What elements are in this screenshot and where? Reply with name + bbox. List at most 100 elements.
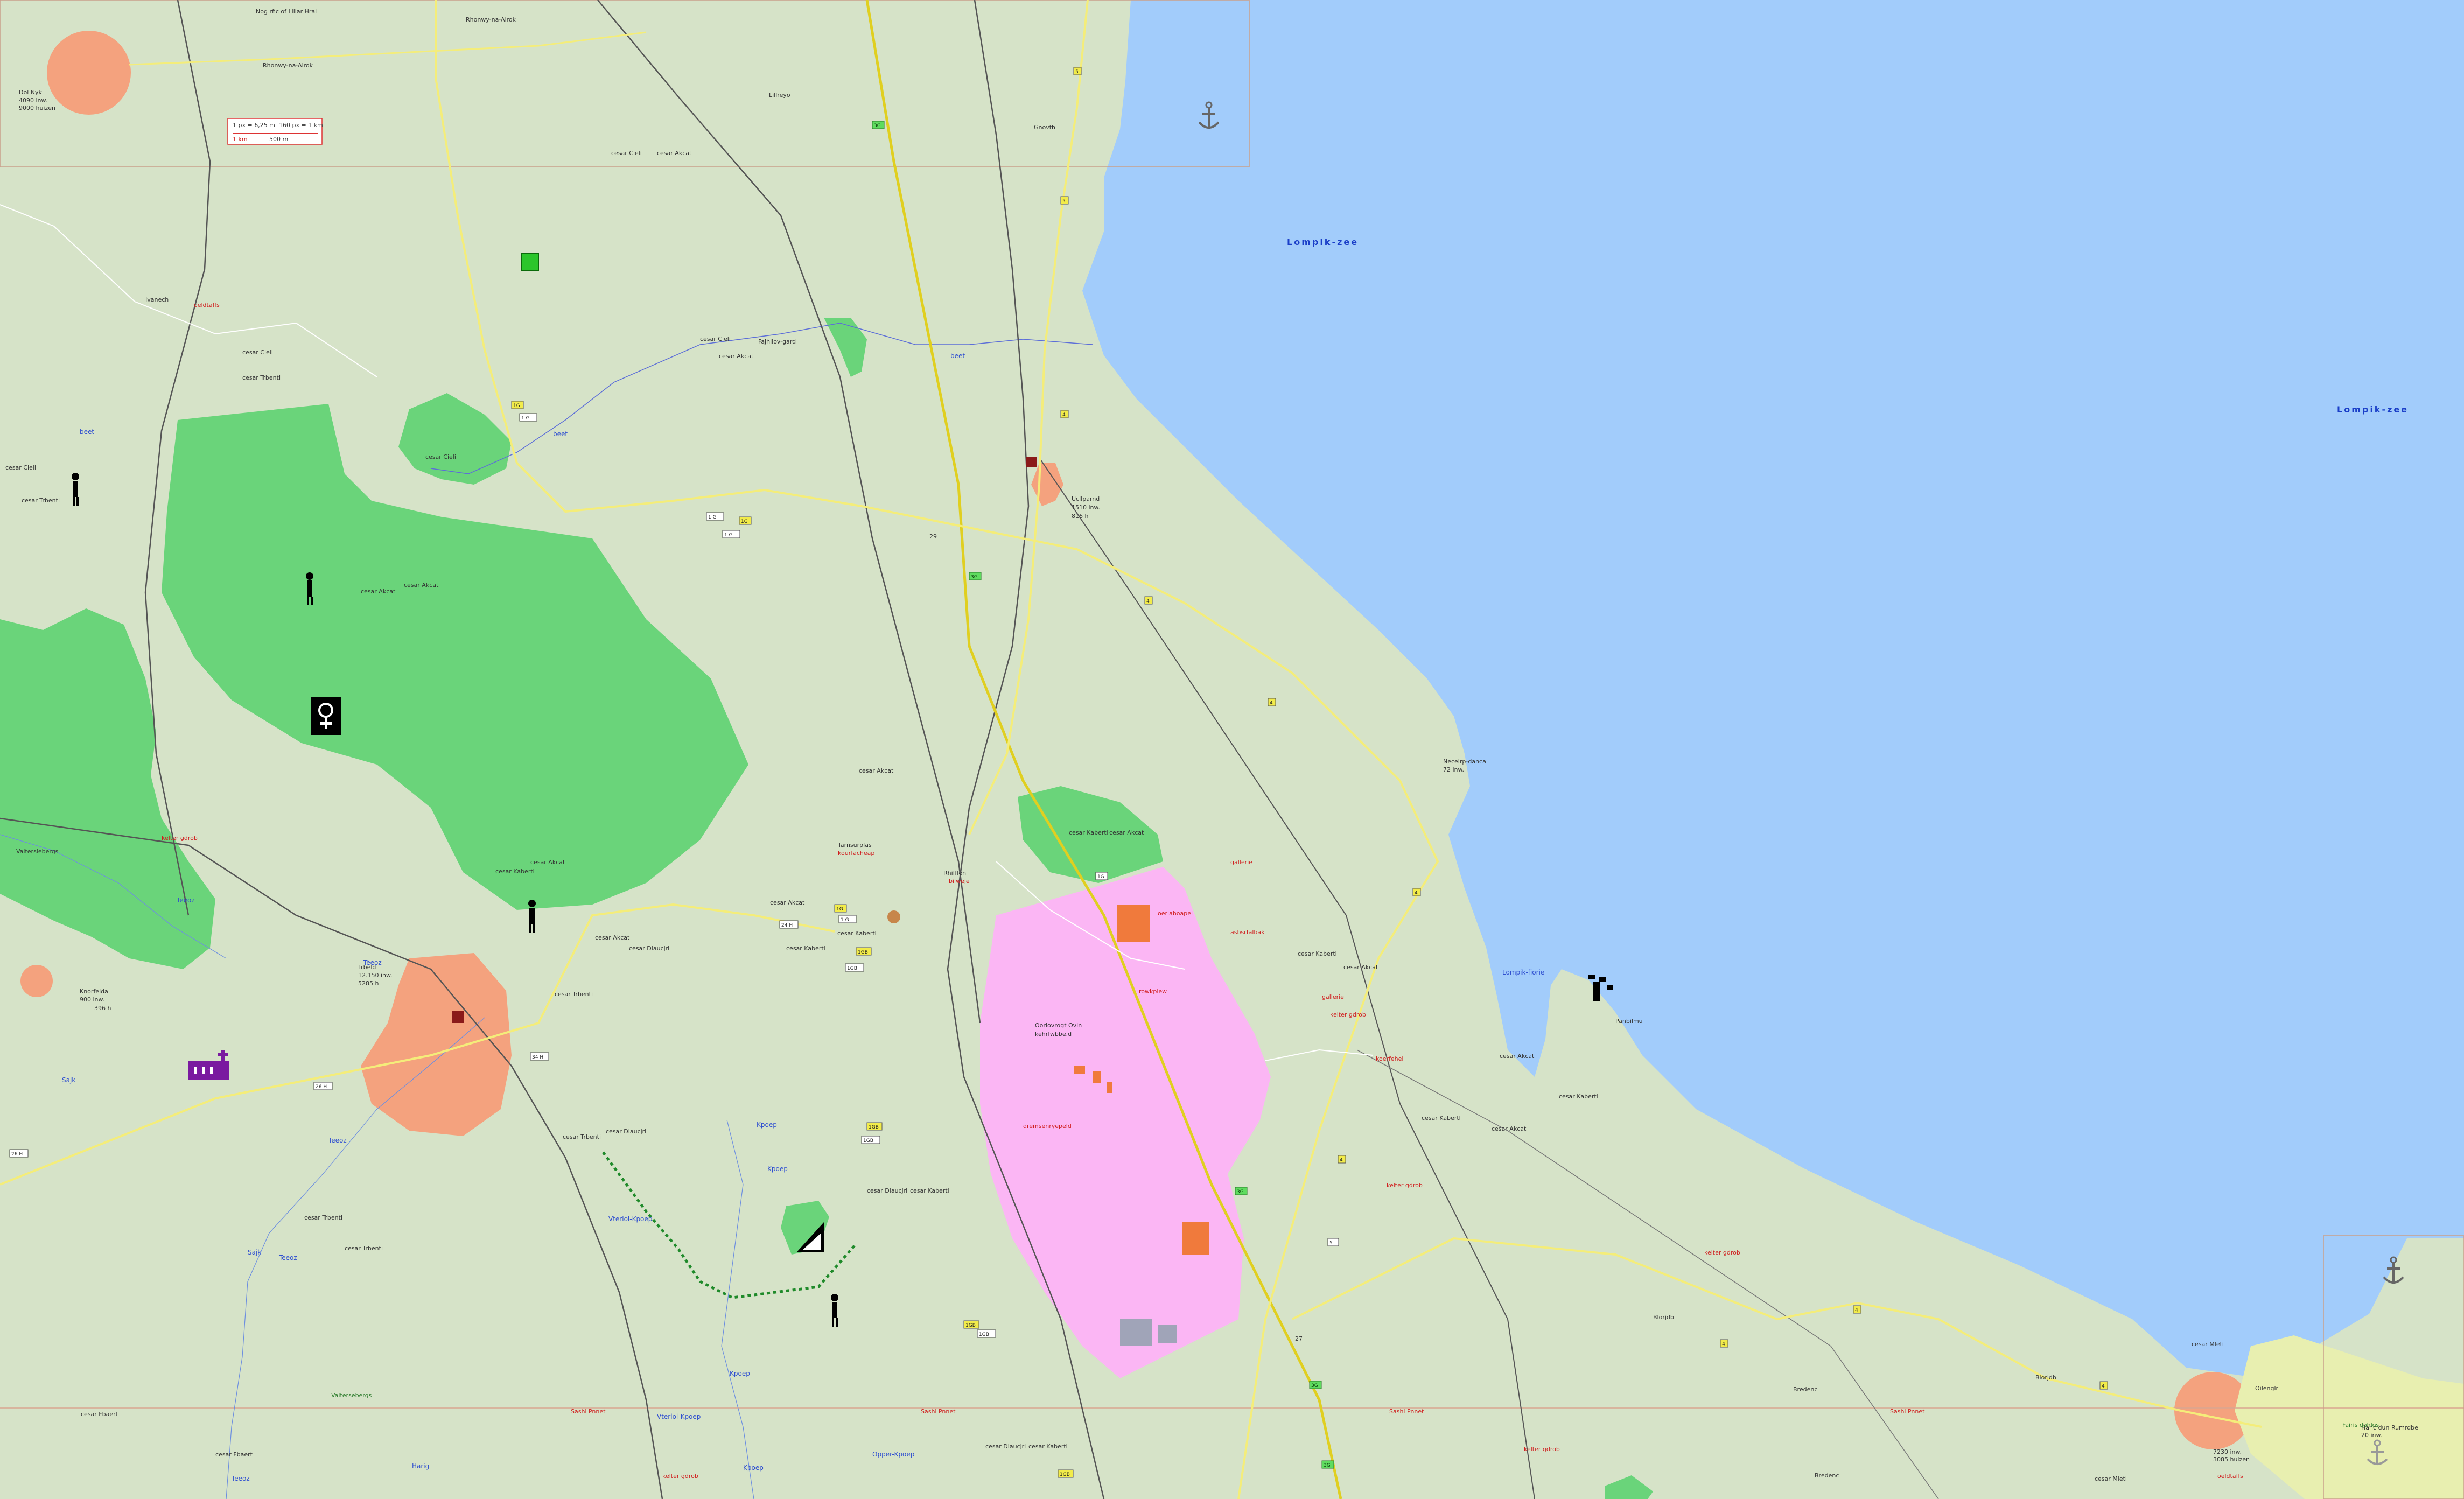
- red-label: dremsenryepeld: [1023, 1123, 1072, 1130]
- route-badge-green: 3G: [1321, 1460, 1334, 1469]
- red-label: Sashl Pnnet: [1389, 1408, 1424, 1415]
- town-detail-southeast: 7230 inw.: [2213, 1448, 2242, 1455]
- scale-text-3: 1 km: [233, 136, 248, 143]
- route-badge-white: 1GB: [977, 1329, 996, 1338]
- village-label-west: Knorfelda: [80, 988, 108, 995]
- road-label: cesar Dlaucjrl: [867, 1187, 907, 1194]
- place-label: Fajhilov-gard: [758, 338, 796, 345]
- town-label-central: Ucllparnd: [1072, 495, 1100, 502]
- river-label: beet: [950, 352, 965, 360]
- road-label: cesar Kabertl: [786, 945, 825, 952]
- village-area-west: [20, 965, 53, 997]
- map-canvas[interactable]: 1 px = 6,25 m 160 px = 1 km 1 km 500 m L…: [0, 0, 2464, 1499]
- road-label: cesar Akcat: [770, 899, 805, 906]
- bay-label: Lompik-fiorie: [1502, 969, 1544, 976]
- svg-text:4: 4: [1146, 599, 1150, 604]
- small-building: [1107, 1082, 1112, 1093]
- warehouse-building: [1120, 1319, 1152, 1346]
- svg-text:5: 5: [1062, 199, 1066, 204]
- female-symbol-icon[interactable]: [311, 697, 341, 735]
- station-icon[interactable]: [452, 1011, 464, 1023]
- road-label: cesar Dlaucjrl: [606, 1128, 646, 1135]
- route-badge: 1G: [739, 516, 752, 525]
- road-label: cesar Kabertl: [1422, 1115, 1461, 1122]
- route-badge-white: 1GB: [861, 1136, 880, 1144]
- industry-sublabel: kehrfwbbe.d: [1035, 1031, 1072, 1038]
- svg-text:4: 4: [1722, 1342, 1725, 1347]
- route-badge: 5: [1073, 67, 1082, 75]
- station-icon[interactable]: [1026, 457, 1037, 467]
- road-label: cesar Kabertl: [1028, 1443, 1068, 1450]
- village-detail-west: 900 inw.: [80, 996, 104, 1003]
- river-label: Teeoz: [363, 959, 382, 966]
- town-detail-southwest-2: 5285 h: [358, 980, 379, 987]
- river-label: Kpoep: [730, 1370, 750, 1377]
- road-label: cesar Cieli: [611, 150, 642, 157]
- place-label: Blorjdb: [1653, 1314, 1674, 1321]
- sea-label-east: Lompik-zee: [2337, 404, 2409, 415]
- place-label: Lillreyo: [769, 92, 790, 99]
- route-badge: 5: [1060, 196, 1069, 205]
- route-badge-white: 26 H: [9, 1149, 29, 1158]
- route-badge-white: 5: [1327, 1238, 1339, 1246]
- road-label: cesar Dlaucjrl: [985, 1443, 1026, 1450]
- place-label: Panbilmu: [1615, 1018, 1643, 1025]
- svg-text:1 G: 1 G: [724, 533, 733, 538]
- place-label: Fairis dohlos: [2342, 1421, 2379, 1428]
- road-label: cesar Cieli: [700, 335, 731, 342]
- route-number: 29: [929, 533, 937, 540]
- route-badge: 1GB: [866, 1122, 883, 1131]
- red-label: gallerie: [1322, 993, 1344, 1000]
- river-label: Teeoz: [176, 896, 195, 904]
- svg-text:1 G: 1 G: [841, 917, 849, 923]
- svg-text:3G: 3G: [1324, 1463, 1331, 1468]
- river-label: Sajk: [248, 1249, 261, 1256]
- town-detail-central: 1510 inw.: [1072, 504, 1100, 511]
- red-label: Sashl Pnnet: [571, 1408, 606, 1415]
- route-badge-green: 3G: [969, 572, 982, 580]
- place-label: Ivanech: [145, 296, 169, 303]
- road-label: cesar Dlaucjrl: [629, 945, 669, 952]
- road-label: cesar Fbaert: [81, 1411, 118, 1418]
- place-label: Gnovth: [1034, 124, 1055, 131]
- red-label: kelter gdrob: [1387, 1182, 1423, 1189]
- route-badge: 1G: [511, 401, 524, 409]
- road-label: cesar Kabertl: [1559, 1093, 1598, 1100]
- road-label: cesar Akcat: [1343, 964, 1378, 971]
- town-detail-southeast-2: 3085 huizen: [2213, 1456, 2250, 1463]
- cave-icon[interactable]: [887, 910, 900, 923]
- svg-text:1G: 1G: [836, 907, 843, 912]
- road-label: cesar Akcat: [1492, 1125, 1527, 1132]
- town-label-southeast: Oilenglr: [2255, 1385, 2279, 1392]
- red-label: asbsrfalbak: [1230, 929, 1265, 936]
- svg-text:1GB: 1GB: [847, 966, 857, 971]
- road-label: cesar Akcat: [657, 150, 692, 157]
- scale-text-4: 500 m: [269, 136, 288, 143]
- river-label: Opper-Kpoep: [872, 1451, 914, 1458]
- road-label: cesar Mleti: [2192, 1341, 2224, 1348]
- scale-box: 1 px = 6,25 m 160 px = 1 km 1 km 500 m: [227, 118, 323, 145]
- road-label: cesar Trbenti: [304, 1214, 342, 1221]
- red-label: oeldtaffs: [2217, 1473, 2243, 1480]
- road-label: cesar Mleti: [2095, 1475, 2127, 1482]
- road-label: cesar Akcat: [361, 588, 396, 595]
- route-badge-green: 3G: [1309, 1381, 1322, 1389]
- red-label: kelter gdrob: [662, 1473, 698, 1480]
- mine-icon[interactable]: [521, 253, 539, 271]
- svg-text:1GB: 1GB: [858, 950, 868, 955]
- place-label: Rhonwy-na-Alrok: [466, 16, 516, 23]
- route-badge-white: 1G: [1095, 872, 1108, 880]
- route-badge: 4: [1338, 1155, 1346, 1164]
- svg-text:4: 4: [1855, 1308, 1858, 1313]
- small-building: [1093, 1071, 1101, 1083]
- svg-text:3G: 3G: [874, 123, 881, 129]
- route-badge-white: 1 G: [519, 413, 537, 422]
- route-badge: 4: [1720, 1339, 1728, 1348]
- village-detail-west-2: 396 h: [94, 1005, 111, 1012]
- red-label: kelter gdrob: [162, 835, 198, 842]
- road-label: cesar Akcat: [859, 767, 894, 774]
- svg-text:1G: 1G: [741, 519, 748, 524]
- river-label: Vterlol-Kpoep: [657, 1413, 701, 1420]
- red-label: kelter gdrob: [1330, 1011, 1366, 1018]
- place-label: Tarnsurplas: [837, 842, 872, 849]
